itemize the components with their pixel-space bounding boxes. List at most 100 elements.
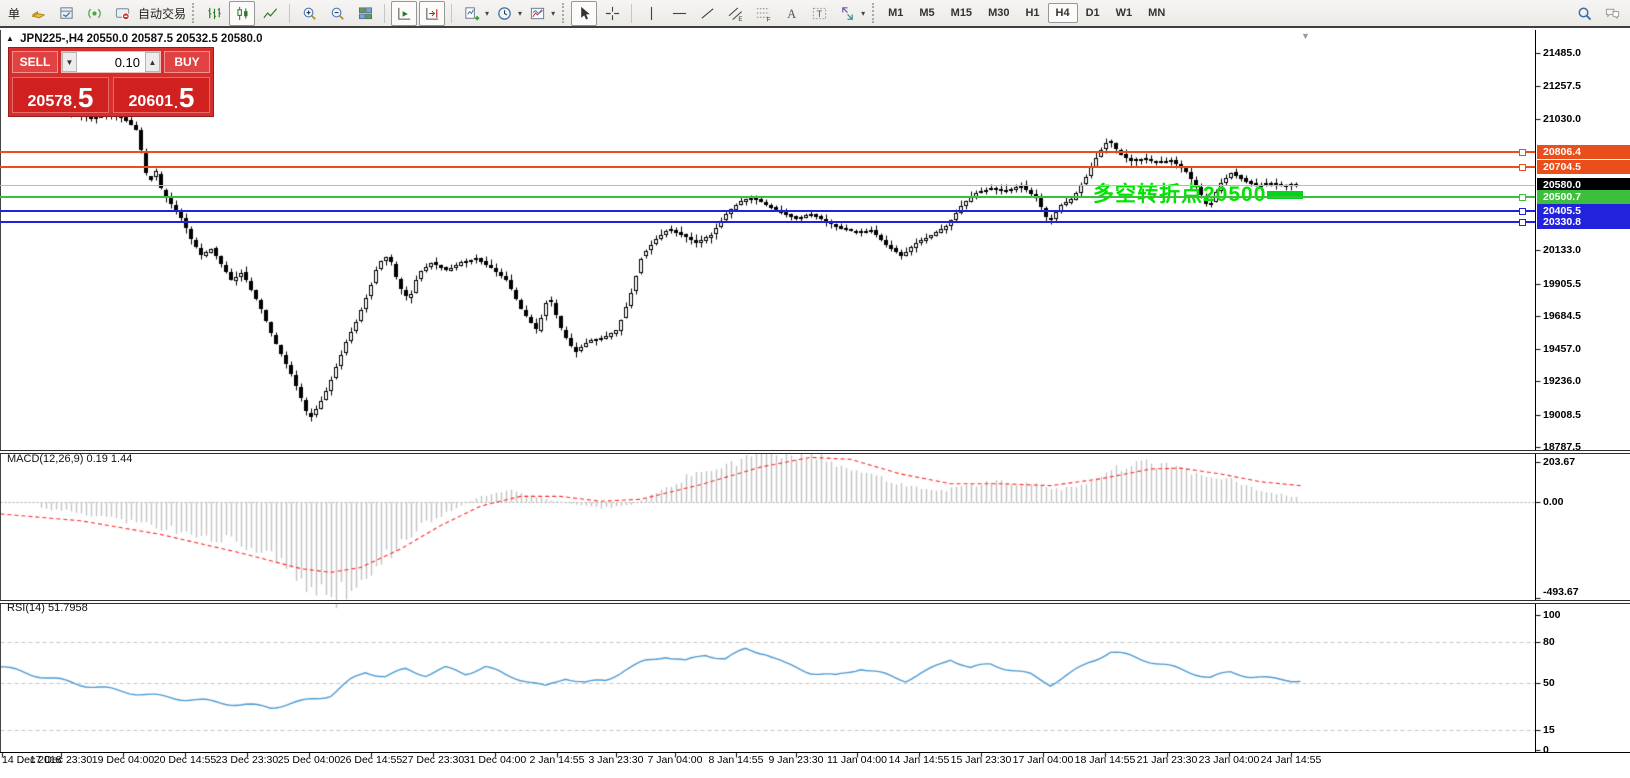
price-level-line[interactable] [0, 166, 1535, 168]
price-scale-label: 19457.0 [1543, 343, 1581, 356]
lot-increase-button[interactable]: ▲ [145, 52, 160, 72]
scroll-marker-icon[interactable]: ▼ [1301, 31, 1310, 41]
sell-price-main: 20578 [27, 93, 73, 110]
tf-m5[interactable]: M5 [911, 3, 942, 23]
tf-h1[interactable]: H1 [1017, 3, 1047, 23]
arrows-shapes-icon[interactable] [834, 1, 860, 26]
tf-d1[interactable]: D1 [1078, 3, 1108, 23]
date-label: 18 Jan 14:55 [1074, 754, 1136, 766]
mt4-window: 单 自动交易 ▾ ▾ ▾ E F A T ▾ M1 M5 M15 M30 H1 … [0, 0, 1630, 778]
autotrading-icon[interactable] [109, 1, 135, 26]
date-label: 8 Jan 14:55 [708, 754, 764, 766]
macd-label: MACD(12,26,9) 0.19 1.44 [7, 453, 133, 465]
line-chart-icon[interactable] [257, 1, 283, 26]
cursor-icon[interactable] [571, 0, 598, 26]
date-label: 2 Jan 14:55 [529, 754, 585, 766]
toolbar-separator [384, 3, 386, 23]
zoom-in-icon[interactable] [296, 1, 322, 26]
vertical-line-icon[interactable] [638, 1, 664, 26]
date-label: 31 Dec 04:00 [463, 754, 527, 766]
periods-icon[interactable] [491, 1, 517, 26]
tf-m15[interactable]: M15 [943, 3, 980, 23]
price-scale-label: 20133.0 [1543, 244, 1581, 257]
tile-windows-icon[interactable] [352, 1, 378, 26]
equidistant-channel-icon[interactable]: E [722, 1, 748, 26]
pane-separator-macd[interactable] [0, 450, 1630, 454]
new-order-button[interactable]: 单 [4, 3, 24, 24]
sell-button[interactable]: SELL [12, 51, 58, 73]
price-scale-label: 19236.0 [1543, 375, 1581, 388]
toolbar: 单 自动交易 ▾ ▾ ▾ E F A T ▾ M1 M5 M15 M30 H1 … [0, 0, 1630, 28]
chart-left-border [0, 30, 1, 752]
chart-canvas [0, 0, 1630, 778]
tf-m1[interactable]: M1 [880, 3, 911, 23]
text-icon[interactable]: A [778, 1, 804, 26]
chevron-down-icon[interactable]: ▾ [485, 9, 489, 18]
price-level-line[interactable] [0, 220, 1535, 223]
macd-scale-label: -493.67 [1543, 586, 1579, 598]
crosshair-icon[interactable] [599, 1, 625, 26]
buy-button[interactable]: BUY [164, 51, 210, 73]
zoom-out-icon[interactable] [324, 1, 350, 26]
annotation-text[interactable]: 多空转折点20500 [1093, 178, 1266, 208]
market-watch-icon[interactable] [53, 1, 79, 26]
line-handle[interactable] [1519, 207, 1526, 215]
tf-mn[interactable]: MN [1140, 3, 1173, 23]
auto-scroll-icon[interactable] [391, 0, 418, 26]
price-level-line[interactable] [0, 195, 1535, 198]
lot-size-input[interactable] [77, 52, 145, 72]
price-level-line[interactable] [0, 209, 1535, 212]
date-label: 27 Dec 23:30 [401, 754, 465, 766]
chart-symbol-period: JPN225-,H4 [20, 33, 84, 45]
tf-m30[interactable]: M30 [980, 3, 1017, 23]
chevron-down-icon[interactable]: ▾ [551, 9, 555, 18]
svg-text:F: F [766, 16, 770, 21]
text-label-icon[interactable]: T [806, 1, 832, 26]
price-scale-label: 21485.0 [1543, 47, 1581, 59]
date-label: 3 Jan 23:30 [588, 754, 644, 766]
chat-icon[interactable] [1599, 1, 1625, 26]
signals-icon[interactable] [81, 1, 107, 26]
candlestick-icon[interactable] [229, 0, 256, 26]
line-handle[interactable] [1519, 218, 1526, 226]
sell-price-display[interactable]: 20578. 5 [12, 77, 109, 113]
line-handle[interactable] [1519, 149, 1526, 157]
template-icon[interactable] [524, 1, 550, 26]
fibonacci-icon[interactable]: F [750, 1, 776, 26]
triangle-icon: ▲ [6, 34, 14, 43]
macd-scale-label: 0.00 [1543, 495, 1564, 508]
search-icon[interactable] [1571, 1, 1597, 26]
price-level-line[interactable] [0, 151, 1535, 154]
trendline-icon[interactable] [694, 1, 720, 26]
line-handle[interactable] [1519, 164, 1526, 171]
ohlc-bars-icon[interactable] [201, 1, 227, 26]
add-indicator-icon[interactable] [458, 1, 484, 26]
rsi-label: RSI(14) 51.7958 [7, 602, 88, 614]
lot-decrease-button[interactable]: ▼ [62, 52, 77, 72]
tf-w1[interactable]: W1 [1108, 3, 1141, 23]
date-label: 9 Jan 23:30 [768, 754, 824, 766]
chart-shift-icon[interactable] [419, 0, 446, 26]
date-label: 17 Dec 23:30 [29, 754, 93, 766]
pane-separator-rsi[interactable] [0, 600, 1630, 604]
chevron-down-icon[interactable]: ▾ [861, 9, 865, 18]
tf-h4[interactable]: H4 [1047, 3, 1078, 23]
price-scale-label: 19684.5 [1543, 309, 1581, 322]
chart-title: ▲ JPN225-,H4 20550.0 20587.5 20532.5 205… [6, 33, 263, 45]
date-label: 20 Dec 14:55 [153, 754, 217, 766]
date-label: 23 Jan 04:00 [1198, 754, 1260, 766]
history-center-icon[interactable] [25, 1, 51, 26]
current-price-line [0, 185, 1535, 187]
price-axis-line [1535, 30, 1536, 752]
toolbar-grip [192, 3, 195, 23]
rsi-scale-label: 50 [1543, 676, 1555, 689]
autotrading-label[interactable]: 自动交易 [138, 5, 186, 22]
buy-price-display[interactable]: 20601. 5 [113, 77, 210, 113]
chart-ohlc: 20550.0 20587.5 20532.5 20580.0 [86, 33, 263, 45]
line-handle[interactable] [1519, 193, 1526, 201]
one-click-trade-panel: SELL ▼ ▲ BUY 20578.5 20601.5 [8, 47, 214, 117]
sell-price-dot: . [73, 95, 77, 111]
chevron-down-icon[interactable]: ▾ [518, 9, 522, 18]
date-label: 15 Jan 23:30 [950, 754, 1012, 766]
horizontal-line-icon[interactable] [666, 1, 692, 26]
